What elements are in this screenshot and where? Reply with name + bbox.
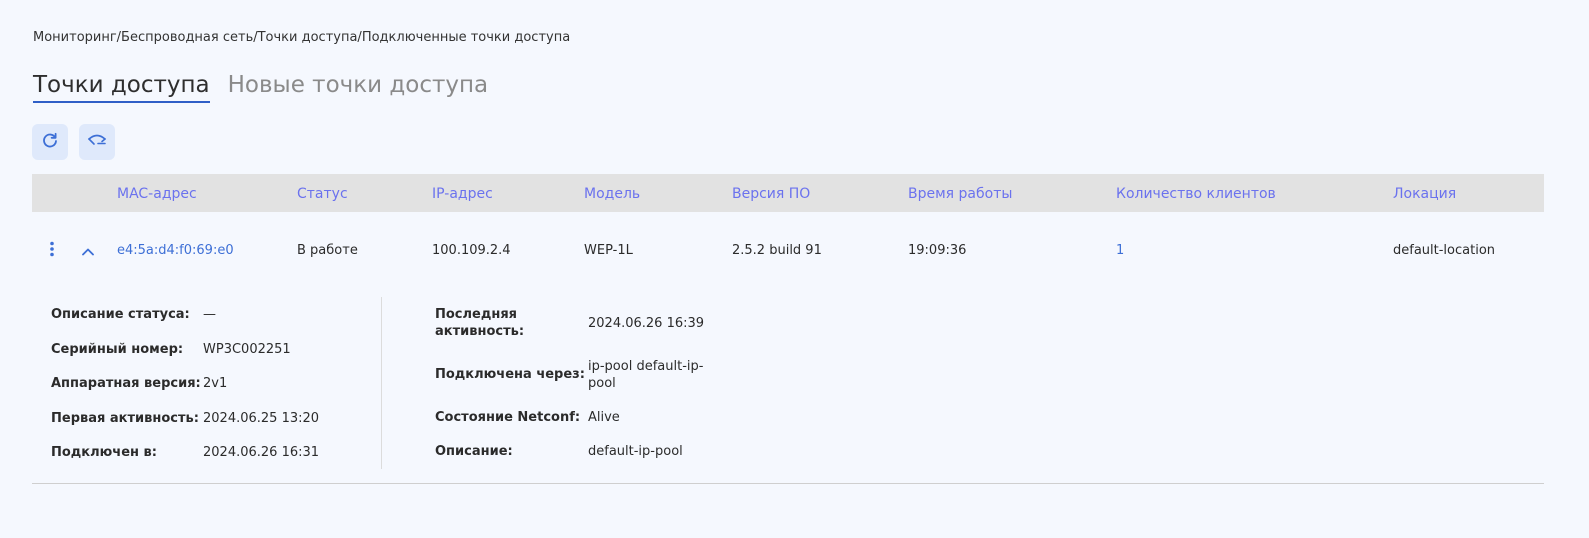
cell-model: WEP-1L xyxy=(584,243,633,258)
cell-location: default-location xyxy=(1393,243,1496,258)
description-label: Описание: xyxy=(435,444,513,459)
status-description-label: Описание статуса: xyxy=(51,307,190,322)
chevron-up-icon xyxy=(81,242,95,261)
column-header-uptime[interactable]: Время работы xyxy=(908,174,1012,214)
serial-number-label: Серийный номер: xyxy=(51,342,184,357)
access-point-icon xyxy=(86,131,108,153)
column-header-clients[interactable]: Количество клиентов xyxy=(1116,174,1276,214)
netconf-state-label: Состояние Netconf: xyxy=(435,410,581,425)
column-header-location[interactable]: Локация xyxy=(1393,174,1456,214)
connected-at-value: 2024.06.26 16:31 xyxy=(203,445,320,460)
cell-mac-link[interactable]: e4:5a:d4:f0:69:e0 xyxy=(117,212,234,290)
breadcrumb: Мониторинг/Беспроводная сеть/Точки досту… xyxy=(33,30,571,45)
cell-uptime: 19:09:36 xyxy=(908,243,967,258)
column-header-firmware[interactable]: Версия ПО xyxy=(732,174,810,214)
last-activity-value: 2024.06.26 16:39 xyxy=(588,316,705,331)
table-bottom-divider xyxy=(32,483,1544,484)
row-details-panel: Описание статуса: — Серийный номер: WP3C… xyxy=(32,290,1544,483)
table-row: e4:5a:d4:f0:69:e0 В работе 100.109.2.4 W… xyxy=(32,212,1544,290)
connected-via-label: Подключена через: xyxy=(435,367,585,382)
tab-new-access-points[interactable]: Новые точки доступа xyxy=(228,70,489,101)
tab-access-points[interactable]: Точки доступа xyxy=(33,70,210,103)
cell-status: В работе xyxy=(297,243,358,258)
access-point-action-button[interactable] xyxy=(79,124,115,160)
last-activity-label: Последняя активность: xyxy=(435,306,524,340)
column-header-status[interactable]: Статус xyxy=(297,174,348,214)
column-header-mac[interactable]: MAC-адрес xyxy=(117,174,197,214)
hardware-version-value: 2v1 xyxy=(203,376,228,391)
connected-via-value: ip-pool default-ip- pool xyxy=(588,358,703,392)
column-header-model[interactable]: Модель xyxy=(584,174,640,214)
connected-via-value-line-1: ip-pool default-ip- xyxy=(588,359,704,374)
row-collapse-button[interactable] xyxy=(78,241,98,261)
refresh-button[interactable] xyxy=(32,124,68,160)
table-header: MAC-адрес Статус IP-адрес Модель Версия … xyxy=(32,174,1544,212)
tabs: Точки доступа Новые точки доступа xyxy=(33,70,488,103)
cell-ip: 100.109.2.4 xyxy=(432,243,511,258)
netconf-state-value: Alive xyxy=(588,410,620,425)
column-header-ip[interactable]: IP-адрес xyxy=(432,174,493,214)
description-value: default-ip-pool xyxy=(588,444,683,459)
row-menu-button[interactable] xyxy=(42,241,62,261)
serial-number-value: WP3C002251 xyxy=(203,342,291,357)
toolbar xyxy=(32,124,115,160)
hardware-version-label: Аппаратная версия: xyxy=(51,376,201,391)
last-activity-label-line-2: активность: xyxy=(435,324,525,339)
cell-clients: 1 xyxy=(1116,243,1125,258)
connected-via-value-line-2: pool xyxy=(588,376,616,391)
connected-at-label: Подключен в: xyxy=(51,445,157,460)
last-activity-label-line-1: Последняя xyxy=(435,307,518,322)
first-activity-value: 2024.06.25 13:20 xyxy=(203,411,320,426)
first-activity-label: Первая активность: xyxy=(51,411,199,426)
cell-firmware: 2.5.2 build 91 xyxy=(732,243,822,258)
more-vertical-icon xyxy=(49,241,55,261)
status-description-value: — xyxy=(203,307,216,322)
refresh-icon xyxy=(41,131,59,153)
details-divider xyxy=(381,297,382,469)
